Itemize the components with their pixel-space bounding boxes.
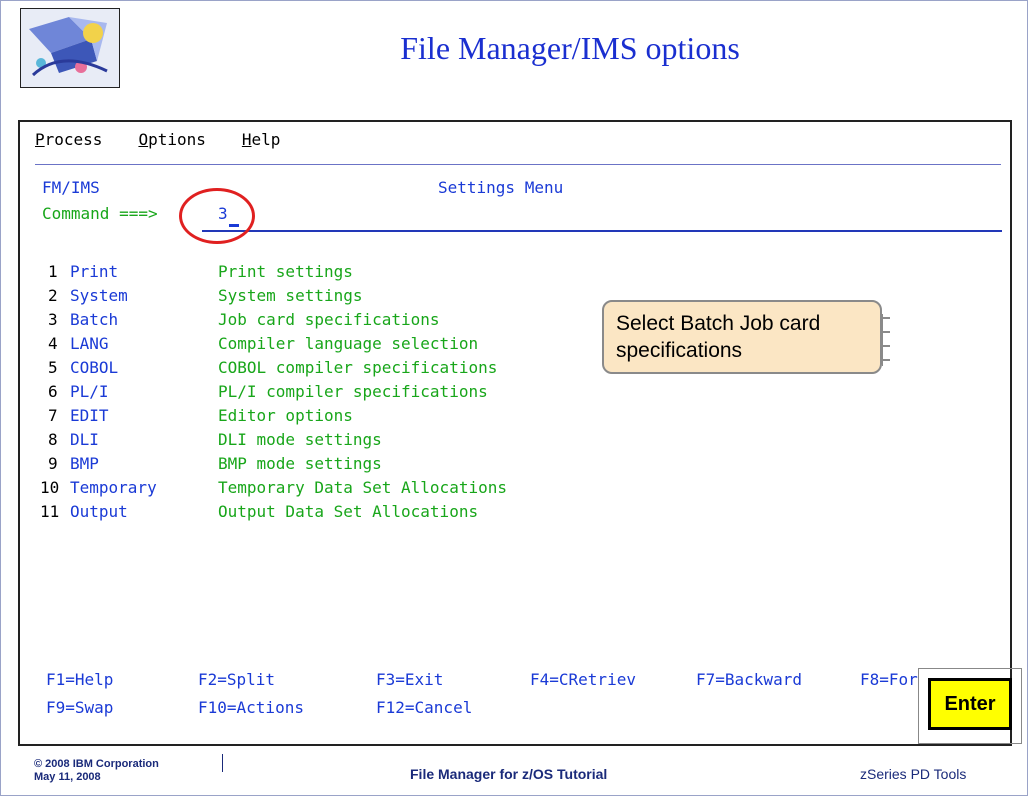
enter-key-button[interactable]: Enter [928,678,1012,730]
footer-product: zSeries PD Tools [860,766,967,782]
menu-option-cobol[interactable]: 5 COBOL COBOL compiler specifications [48,358,497,377]
menu-bar: Process Options Help [35,130,316,149]
footer-copyright: © 2008 IBM Corporation May 11, 2008 [34,758,159,784]
terminal-window: Process Options Help FM/IMS Settings Men… [18,120,1012,746]
menu-divider [35,164,1001,165]
footer-copyright-text: © 2008 IBM Corporation [34,758,159,770]
key-f12-cancel[interactable]: F12=Cancel [376,698,472,717]
key-f2-split[interactable]: F2=Split [198,670,275,689]
command-input-underline [202,230,1002,232]
menu-option-batch[interactable]: 3 Batch Job card specifications [48,310,440,329]
menu-option-dli[interactable]: 8 DLI DLI mode settings [48,430,382,449]
menu-option-edit[interactable]: 7 EDIT Editor options [48,406,353,425]
instruction-callout: Select Batch Job card specifications [602,300,890,374]
menu-option-temporary[interactable]: 10 Temporary Temporary Data Set Allocation… [40,478,507,497]
command-label: Command ===> [42,204,158,223]
footer-date: May 11, 2008 [34,771,101,783]
menu-option-system[interactable]: 2 System System settings [48,286,363,305]
menu-option-bmp[interactable]: 9 BMP BMP mode settings [48,454,382,473]
menu-options[interactable]: Options [138,130,205,149]
panel-title: Settings Menu [438,178,564,197]
highlight-circle [179,188,255,244]
callout-handle-icon [882,314,890,366]
key-f9-swap[interactable]: F9=Swap [46,698,113,717]
key-f1-help[interactable]: F1=Help [46,670,113,689]
menu-option-print[interactable]: 1 Print Print settings [48,262,353,281]
key-f3-exit[interactable]: F3=Exit [376,670,443,689]
key-f7-backward[interactable]: F7=Backward [696,670,802,689]
footer-divider [222,754,223,772]
menu-option-pli[interactable]: 6 PL/I PL/I compiler specifications [48,382,488,401]
menu-option-output[interactable]: 11 Output Output Data Set Allocations [40,502,478,521]
slide-title: File Manager/IMS options [400,30,740,66]
key-f4-cretriev[interactable]: F4=CRetriev [530,670,636,689]
key-f8-forward[interactable]: F8=For [860,670,918,689]
ibm-logo-image [20,8,120,88]
menu-process[interactable]: Process [35,130,102,149]
footer-course-title: File Manager for z/OS Tutorial [410,766,608,782]
callout-text: Select Batch Job card specifications [616,312,821,362]
product-id: FM/IMS [42,178,100,197]
menu-help[interactable]: Help [242,130,281,149]
menu-option-lang[interactable]: 4 LANG Compiler language selection [48,334,478,353]
key-f10-actions[interactable]: F10=Actions [198,698,304,717]
